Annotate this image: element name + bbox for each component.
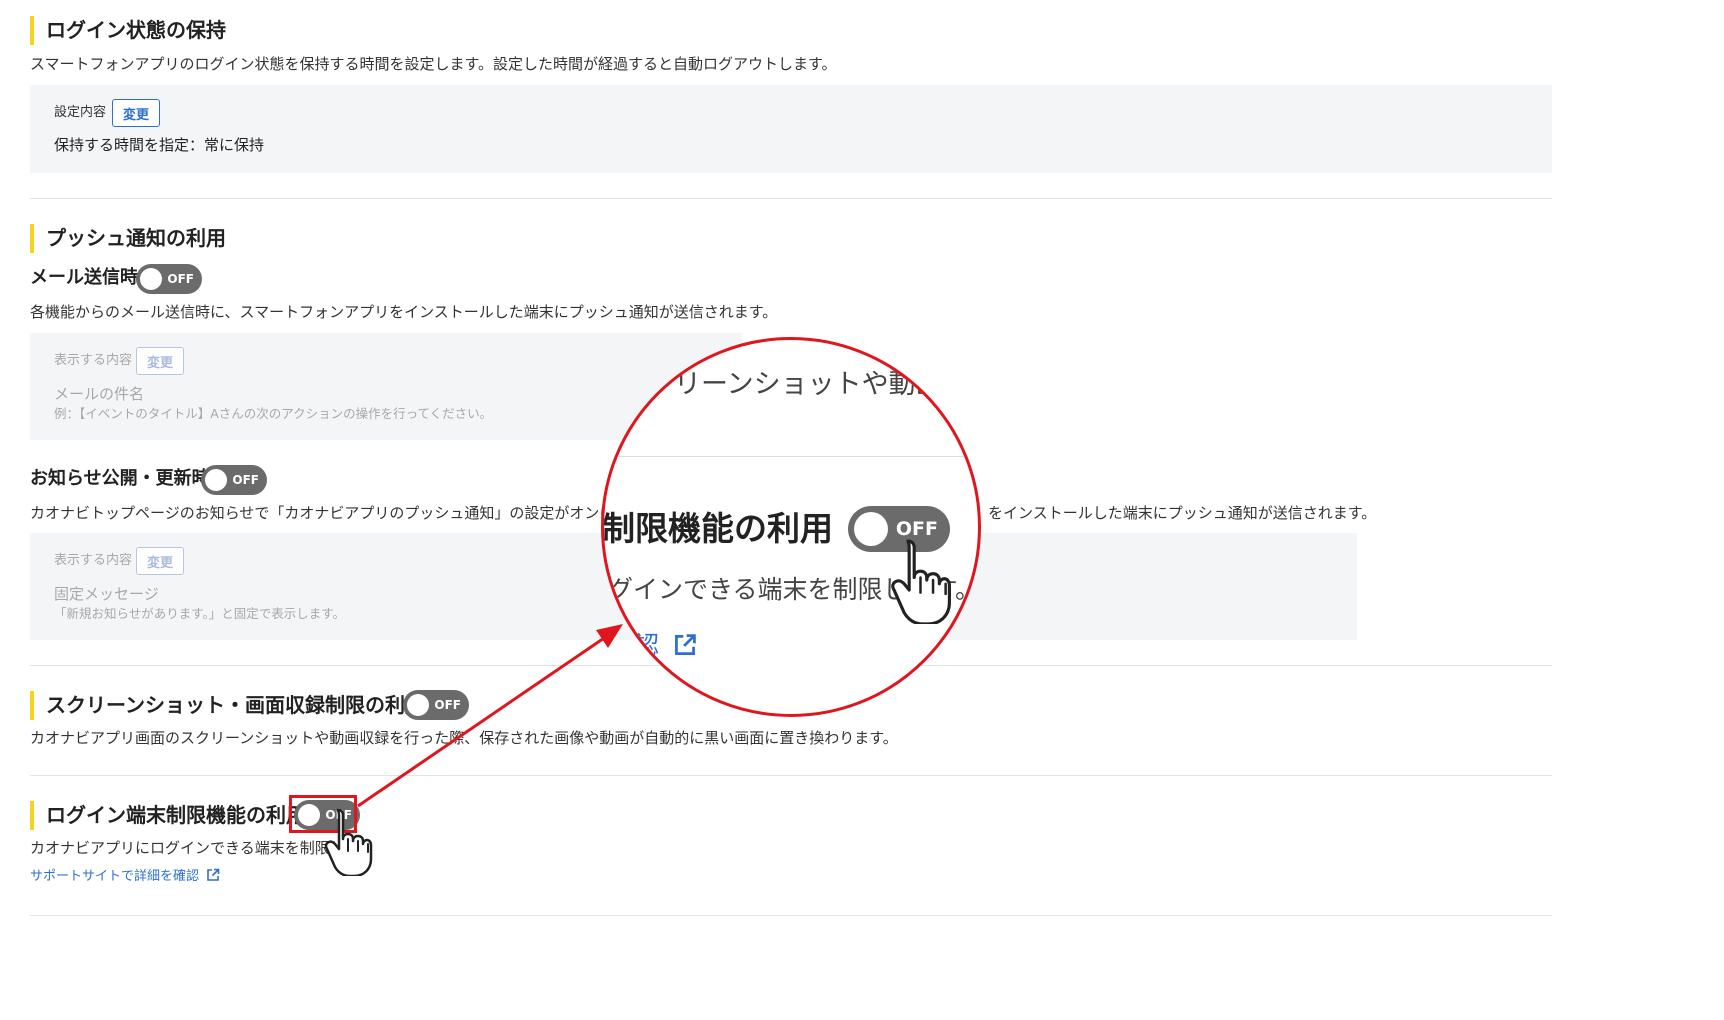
mail-push-toggle[interactable]: OFF: [136, 264, 202, 294]
zoom-top-text: リーンショットや動画: [674, 369, 943, 400]
toggle-state-label: OFF: [167, 272, 194, 286]
external-link-icon: [675, 634, 696, 655]
mail-push-value: メールの件名: [54, 385, 145, 403]
login-keep-change-button[interactable]: 変更: [112, 99, 160, 127]
login-keep-setting-box: 設定内容 変更 保持する時間を指定：常に保持: [30, 85, 1552, 173]
zoom-divider: [604, 456, 978, 457]
external-link-icon: [207, 868, 220, 881]
section-title-login-keep: ログイン状態の保持: [30, 16, 226, 45]
toggle-knob: [205, 469, 227, 491]
section-title-push: プッシュ通知の利用: [30, 224, 226, 253]
mail-push-example: 例：【イベントのタイトル】Aさんの次のアクションの操作を行ってください。: [54, 406, 493, 421]
callout-arrow: [357, 624, 623, 808]
divider: [30, 915, 1552, 916]
notice-push-example: 「新規お知らせがあります。」と固定で表示します。: [54, 606, 346, 621]
mail-push-title: メール送信時: [30, 267, 138, 288]
support-link-label: サポートサイトで詳細を確認: [30, 869, 200, 884]
zoom-link-fragment: 認: [634, 631, 660, 660]
notice-push-title: お知らせ公開・更新時: [30, 468, 210, 489]
notice-push-change-button[interactable]: 変更: [136, 547, 184, 575]
support-link[interactable]: サポートサイトで詳細を確認: [30, 868, 220, 886]
notice-push-description-right: をインストールした端末にプッシュ通知が送信されます。: [988, 504, 1377, 522]
toggle-knob: [140, 268, 162, 290]
display-label: 表示する内容: [54, 353, 133, 368]
display-label: 表示する内容: [54, 553, 133, 568]
notice-push-toggle[interactable]: OFF: [201, 465, 267, 495]
login-device-description: カオナビアプリにログインできる端末を制限し: [30, 839, 345, 857]
login-keep-value: 保持する時間を指定：常に保持: [54, 136, 265, 154]
login-keep-description: スマートフォンアプリのログイン状態を保持する時間を設定します。設定した時間が経過…: [30, 55, 837, 73]
notice-push-description-left: カオナビトップページのお知らせで「カオナビアプリのプッシュ通知」の設定がオンにな: [30, 504, 630, 522]
zoom-link: 認: [634, 630, 697, 662]
hand-cursor-icon: [891, 539, 951, 624]
zoom-title: 制限機能の利用: [602, 509, 833, 548]
mail-push-change-button[interactable]: 変更: [136, 347, 184, 375]
toggle-state-label: OFF: [232, 473, 259, 487]
mail-push-description: 各機能からのメール送信時に、スマートフォンアプリをインストールした端末にプッシュ…: [30, 303, 778, 321]
zoom-toggle-knob: [854, 512, 888, 546]
divider: [30, 775, 1552, 776]
divider: [30, 198, 1552, 199]
notice-push-value: 固定メッセージ: [54, 585, 159, 603]
zoom-callout: リーンショットや動画 制限機能の利用 OFF グインできる端末を制限します。 認: [601, 337, 981, 717]
section-title-login-device: ログイン端末制限機能の利用: [30, 801, 306, 830]
setting-label: 設定内容: [54, 105, 107, 120]
